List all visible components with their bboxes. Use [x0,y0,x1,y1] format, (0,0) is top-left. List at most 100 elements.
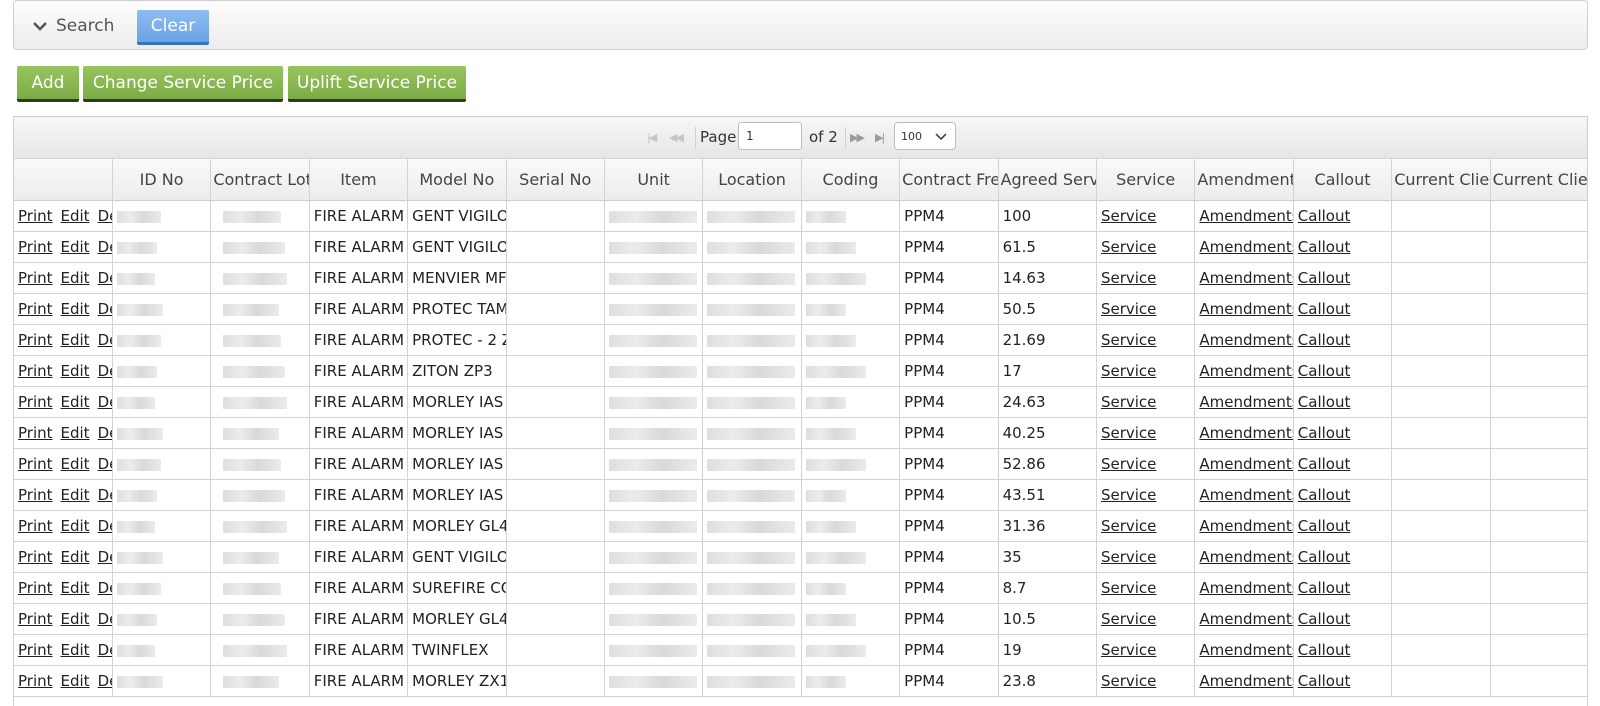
page-number-input[interactable] [738,122,802,150]
print-link[interactable]: Print [18,610,53,628]
change-service-price-button[interactable]: Change Service Price [83,66,283,102]
service-link[interactable]: Service [1101,486,1156,504]
edit-link[interactable]: Edit [61,579,90,597]
edit-link[interactable]: Edit [61,238,90,256]
callout-link[interactable]: Callout [1298,641,1351,659]
print-link[interactable]: Print [18,331,53,349]
service-link[interactable]: Service [1101,641,1156,659]
print-link[interactable]: Print [18,641,53,659]
amendments-link[interactable]: Amendments [1199,393,1292,411]
edit-link[interactable]: Edit [61,455,90,473]
column-header[interactable]: Contract Lot [210,159,310,201]
print-link[interactable]: Print [18,517,53,535]
callout-link[interactable]: Callout [1298,610,1351,628]
amendments-link[interactable]: Amendments [1199,548,1292,566]
service-link[interactable]: Service [1101,579,1156,597]
delete-link[interactable]: Delete [98,517,112,535]
callout-link[interactable]: Callout [1298,331,1351,349]
service-link[interactable]: Service [1101,238,1156,256]
search-toggle[interactable]: Search [32,15,114,37]
callout-link[interactable]: Callout [1298,579,1351,597]
column-header[interactable]: Amendments [1194,159,1294,201]
print-link[interactable]: Print [18,579,53,597]
next-page-icon[interactable]: ▶▶ [850,131,865,144]
amendments-link[interactable]: Amendments [1199,300,1292,318]
column-header[interactable]: Serial No [506,159,605,201]
print-link[interactable]: Print [18,672,53,690]
prev-page-icon[interactable]: ◀◀ [669,131,684,144]
edit-link[interactable]: Edit [61,672,90,690]
service-link[interactable]: Service [1101,672,1156,690]
column-header[interactable]: Model No [407,159,507,201]
print-link[interactable]: Print [18,300,53,318]
add-button[interactable]: Add [17,66,79,102]
column-header[interactable]: Current Client [1391,159,1491,201]
delete-link[interactable]: Delete [98,610,112,628]
callout-link[interactable]: Callout [1298,269,1351,287]
amendments-link[interactable]: Amendments [1199,672,1292,690]
print-link[interactable]: Print [18,362,53,380]
column-header[interactable]: Item [309,159,409,201]
page-size-select[interactable]: 100 [894,122,956,150]
amendments-link[interactable]: Amendments [1199,424,1292,442]
print-link[interactable]: Print [18,548,53,566]
amendments-link[interactable]: Amendments [1199,579,1292,597]
print-link[interactable]: Print [18,238,53,256]
column-header[interactable]: ID No [112,159,212,201]
callout-link[interactable]: Callout [1298,393,1351,411]
service-link[interactable]: Service [1101,269,1156,287]
callout-link[interactable]: Callout [1298,455,1351,473]
service-link[interactable]: Service [1101,331,1156,349]
amendments-link[interactable]: Amendments [1199,486,1292,504]
service-link[interactable]: Service [1101,362,1156,380]
callout-link[interactable]: Callout [1298,424,1351,442]
amendments-link[interactable]: Amendments [1199,641,1292,659]
delete-link[interactable]: Delete [98,269,112,287]
uplift-service-price-button[interactable]: Uplift Service Price [288,66,466,102]
service-link[interactable]: Service [1101,455,1156,473]
callout-link[interactable]: Callout [1298,517,1351,535]
last-page-icon[interactable]: ▶| [875,131,885,144]
delete-link[interactable]: Delete [98,486,112,504]
callout-link[interactable]: Callout [1298,300,1351,318]
column-header[interactable]: Unit [604,159,704,201]
print-link[interactable]: Print [18,207,53,225]
service-link[interactable]: Service [1101,517,1156,535]
service-link[interactable]: Service [1101,393,1156,411]
callout-link[interactable]: Callout [1298,362,1351,380]
print-link[interactable]: Print [18,486,53,504]
edit-link[interactable]: Edit [61,300,90,318]
column-header[interactable]: Contract Freq [899,159,999,201]
amendments-link[interactable]: Amendments [1199,238,1292,256]
amendments-link[interactable]: Amendments [1199,331,1292,349]
edit-link[interactable]: Edit [61,269,90,287]
column-header[interactable]: Current Client [1490,159,1587,201]
delete-link[interactable]: Delete [98,300,112,318]
service-link[interactable]: Service [1101,548,1156,566]
clear-button[interactable]: Clear [137,10,209,45]
column-header[interactable]: Location [702,159,802,201]
delete-link[interactable]: Delete [98,362,112,380]
edit-link[interactable]: Edit [61,486,90,504]
column-header[interactable]: Service [1096,159,1196,201]
edit-link[interactable]: Edit [61,362,90,380]
service-link[interactable]: Service [1101,610,1156,628]
amendments-link[interactable]: Amendments [1199,517,1292,535]
delete-link[interactable]: Delete [98,579,112,597]
edit-link[interactable]: Edit [61,548,90,566]
callout-link[interactable]: Callout [1298,486,1351,504]
print-link[interactable]: Print [18,393,53,411]
amendments-link[interactable]: Amendments [1199,207,1292,225]
edit-link[interactable]: Edit [61,393,90,411]
amendments-link[interactable]: Amendments [1199,455,1292,473]
callout-link[interactable]: Callout [1298,672,1351,690]
print-link[interactable]: Print [18,424,53,442]
edit-link[interactable]: Edit [61,517,90,535]
delete-link[interactable]: Delete [98,331,112,349]
service-link[interactable]: Service [1101,207,1156,225]
delete-link[interactable]: Delete [98,393,112,411]
edit-link[interactable]: Edit [61,424,90,442]
service-link[interactable]: Service [1101,300,1156,318]
delete-link[interactable]: Delete [98,641,112,659]
callout-link[interactable]: Callout [1298,238,1351,256]
